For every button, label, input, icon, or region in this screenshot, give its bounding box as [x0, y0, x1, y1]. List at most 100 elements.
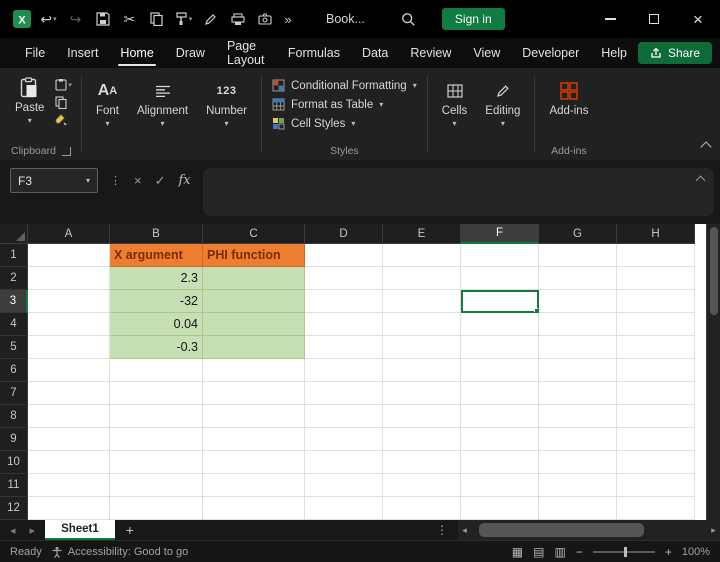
- cell-H9[interactable]: [617, 428, 695, 451]
- cell-B4[interactable]: 0.04: [110, 313, 203, 336]
- row-header-10[interactable]: 10: [0, 451, 28, 474]
- copy-button[interactable]: [143, 6, 170, 32]
- col-header-C[interactable]: C: [203, 224, 305, 244]
- row-header-8[interactable]: 8: [0, 405, 28, 428]
- cell-H1[interactable]: [617, 244, 695, 267]
- cell-A10[interactable]: [28, 451, 110, 474]
- cell-B5[interactable]: -0.3: [110, 336, 203, 359]
- paste-options-button[interactable]: ▾: [55, 78, 72, 91]
- menu-tab-view[interactable]: View: [462, 38, 511, 68]
- cell-H2[interactable]: [617, 267, 695, 290]
- cell-E9[interactable]: [383, 428, 461, 451]
- cell-F5[interactable]: [461, 336, 539, 359]
- undo-button[interactable]: ↩ ▾: [35, 6, 62, 32]
- cell-A3[interactable]: [28, 290, 110, 313]
- zoom-out-button[interactable]: −: [576, 545, 583, 559]
- cell-G5[interactable]: [539, 336, 617, 359]
- horizontal-scrollbar-thumb[interactable]: [479, 523, 644, 537]
- format-painter-small-button[interactable]: [55, 114, 72, 126]
- cell-G2[interactable]: [539, 267, 617, 290]
- cell-B9[interactable]: [110, 428, 203, 451]
- cell-D11[interactable]: [305, 474, 383, 497]
- row-header-1[interactable]: 1: [0, 244, 28, 267]
- cell-G8[interactable]: [539, 405, 617, 428]
- cell-F12[interactable]: [461, 497, 539, 520]
- number-group-button[interactable]: 123 Number ▾: [197, 73, 256, 128]
- cell-B6[interactable]: [110, 359, 203, 382]
- cell-A4[interactable]: [28, 313, 110, 336]
- cell-F10[interactable]: [461, 451, 539, 474]
- cell-F7[interactable]: [461, 382, 539, 405]
- cell-E3[interactable]: [383, 290, 461, 313]
- cell-F9[interactable]: [461, 428, 539, 451]
- col-header-H[interactable]: H: [617, 224, 695, 244]
- cell-F3[interactable]: [461, 290, 539, 313]
- cell-F2[interactable]: [461, 267, 539, 290]
- cell-B8[interactable]: [110, 405, 203, 428]
- cell-G12[interactable]: [539, 497, 617, 520]
- cell-H4[interactable]: [617, 313, 695, 336]
- cell-C1[interactable]: PHI function: [203, 244, 305, 267]
- cell-C5[interactable]: [203, 336, 305, 359]
- cancel-entry-icon[interactable]: ×: [134, 173, 142, 188]
- cell-C12[interactable]: [203, 497, 305, 520]
- cell-B10[interactable]: [110, 451, 203, 474]
- menu-tab-home[interactable]: Home: [109, 38, 164, 68]
- zoom-slider[interactable]: [592, 546, 655, 557]
- menu-tab-insert[interactable]: Insert: [56, 38, 109, 68]
- zoom-level[interactable]: 100%: [682, 546, 710, 558]
- cell-styles-button[interactable]: Cell Styles ▾: [267, 115, 422, 132]
- cell-H12[interactable]: [617, 497, 695, 520]
- clipboard-dialog-launcher[interactable]: [61, 146, 71, 156]
- cell-B12[interactable]: [110, 497, 203, 520]
- normal-view-button[interactable]: ▦: [512, 545, 523, 559]
- cell-D3[interactable]: [305, 290, 383, 313]
- scroll-right-icon[interactable]: ▸: [707, 525, 720, 536]
- zoom-slider-thumb[interactable]: [623, 546, 627, 557]
- cell-D7[interactable]: [305, 382, 383, 405]
- cell-E10[interactable]: [383, 451, 461, 474]
- cell-E7[interactable]: [383, 382, 461, 405]
- cell-A9[interactable]: [28, 428, 110, 451]
- cell-A5[interactable]: [28, 336, 110, 359]
- sheet-tab-sheet1[interactable]: Sheet1: [45, 520, 115, 540]
- font-group-button[interactable]: AA Font ▾: [87, 73, 128, 128]
- cell-A7[interactable]: [28, 382, 110, 405]
- cut-button[interactable]: ✂: [116, 6, 143, 32]
- cell-H7[interactable]: [617, 382, 695, 405]
- redo-button[interactable]: ↪: [62, 6, 89, 32]
- menu-tab-file[interactable]: File: [14, 38, 56, 68]
- cell-D1[interactable]: [305, 244, 383, 267]
- cell-G4[interactable]: [539, 313, 617, 336]
- select-all-corner[interactable]: [0, 224, 28, 244]
- cell-F8[interactable]: [461, 405, 539, 428]
- cell-B3[interactable]: -32: [110, 290, 203, 313]
- row-header-4[interactable]: 4: [0, 313, 28, 336]
- cell-C9[interactable]: [203, 428, 305, 451]
- conditional-formatting-button[interactable]: Conditional Formatting ▾: [267, 77, 422, 94]
- new-sheet-button[interactable]: +: [115, 520, 145, 540]
- name-box-splitter-icon[interactable]: ⋮: [110, 174, 121, 187]
- format-painter-caret-icon[interactable]: ▾: [189, 15, 193, 23]
- cell-D6[interactable]: [305, 359, 383, 382]
- cell-E2[interactable]: [383, 267, 461, 290]
- addins-button[interactable]: Add-ins: [540, 73, 597, 117]
- print-button[interactable]: [224, 6, 251, 32]
- row-header-9[interactable]: 9: [0, 428, 28, 451]
- fill-handle[interactable]: [534, 308, 538, 312]
- menu-tab-help[interactable]: Help: [590, 38, 638, 68]
- menu-tab-page-layout[interactable]: Page Layout: [216, 38, 277, 68]
- cell-D2[interactable]: [305, 267, 383, 290]
- cell-C11[interactable]: [203, 474, 305, 497]
- formula-input[interactable]: [202, 168, 714, 216]
- cell-A1[interactable]: [28, 244, 110, 267]
- row-header-5[interactable]: 5: [0, 336, 28, 359]
- format-as-table-button[interactable]: Format as Table ▾: [267, 96, 422, 113]
- menu-tab-draw[interactable]: Draw: [165, 38, 216, 68]
- cell-E6[interactable]: [383, 359, 461, 382]
- menu-tab-formulas[interactable]: Formulas: [277, 38, 351, 68]
- cell-D4[interactable]: [305, 313, 383, 336]
- cell-B11[interactable]: [110, 474, 203, 497]
- cell-C2[interactable]: [203, 267, 305, 290]
- maximize-button[interactable]: [632, 0, 676, 38]
